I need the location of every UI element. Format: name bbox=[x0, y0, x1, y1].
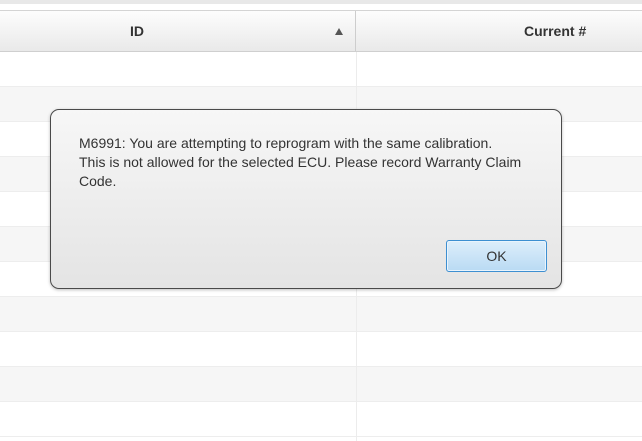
column-header-current-label: Current # bbox=[524, 23, 587, 39]
error-dialog: M6991: You are attempting to reprogram w… bbox=[50, 109, 562, 289]
column-header-current[interactable]: Current # bbox=[356, 11, 642, 51]
table-row[interactable] bbox=[0, 402, 642, 437]
window-top-edge bbox=[0, 0, 642, 4]
table-row[interactable] bbox=[0, 297, 642, 332]
sort-ascending-icon bbox=[335, 28, 343, 35]
ok-button[interactable]: OK bbox=[446, 240, 547, 272]
column-header-id-label: ID bbox=[130, 23, 144, 39]
dialog-message: M6991: You are attempting to reprogram w… bbox=[79, 135, 522, 189]
table-row[interactable] bbox=[0, 52, 642, 87]
column-header-id[interactable]: ID bbox=[0, 11, 356, 51]
table-row[interactable] bbox=[0, 332, 642, 367]
table-header: ID Current # bbox=[0, 10, 642, 52]
table-row[interactable] bbox=[0, 367, 642, 402]
